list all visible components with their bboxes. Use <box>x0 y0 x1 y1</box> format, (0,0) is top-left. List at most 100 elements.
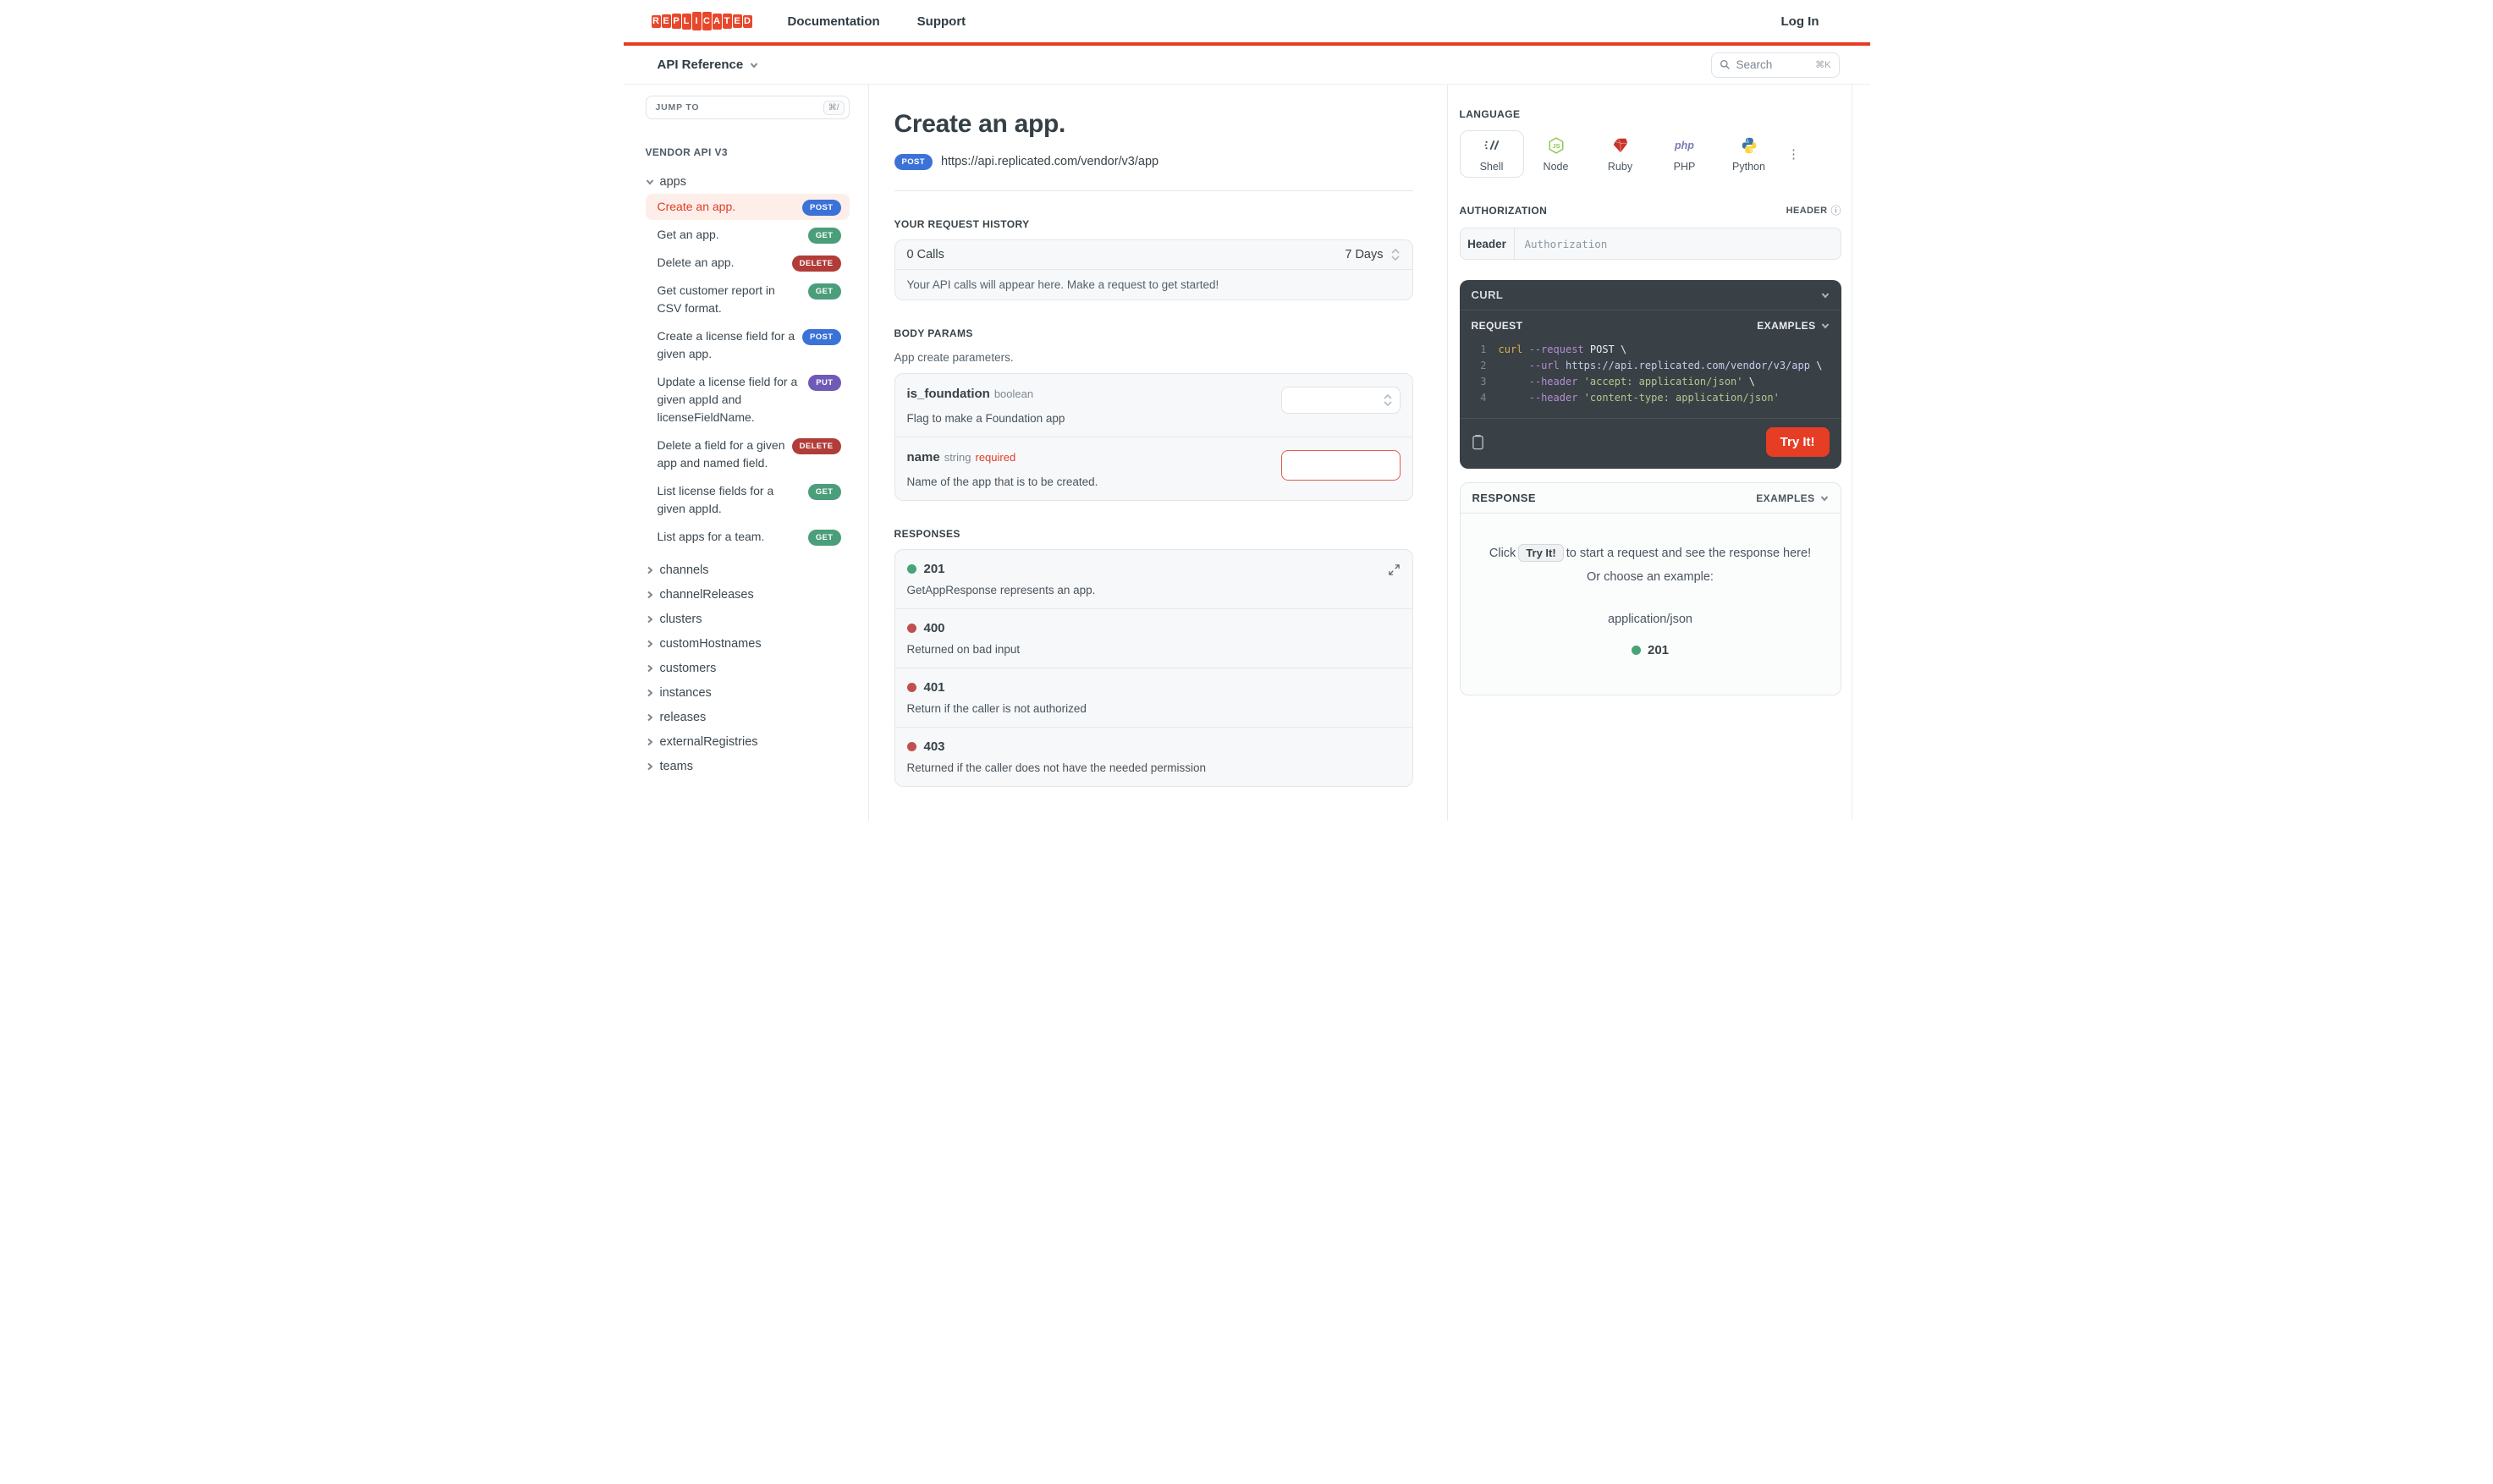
nav-link-documentation[interactable]: Documentation <box>788 14 880 29</box>
request-history-card: 0 Calls 7 Days Your API calls will appea… <box>894 239 1413 300</box>
param-type: string <box>944 451 971 464</box>
more-languages-menu[interactable]: ⋮ <box>1781 130 1807 178</box>
sidebar-item[interactable]: Create an app. POST <box>645 194 850 220</box>
sidebar-group-label: channelReleases <box>659 588 754 602</box>
sidebar-group-instances[interactable]: instances <box>646 681 850 705</box>
sidebar-item[interactable]: Get customer report in CSV format. GET <box>646 278 850 322</box>
sidebar-group-label: channels <box>659 563 709 577</box>
copy-clipboard-icon[interactable] <box>1472 434 1484 450</box>
language-tab-node[interactable]: JS Node <box>1524 130 1588 178</box>
sidebar-item[interactable]: Create a license field for a given app. P… <box>646 323 850 367</box>
response-row-400[interactable]: 400 Returned on bad input <box>894 608 1412 668</box>
logo-letter: R <box>651 14 661 28</box>
search-icon <box>1720 59 1730 69</box>
search-input[interactable]: Search ⌘K <box>1710 52 1840 78</box>
responses-heading: RESPONSES <box>894 528 960 540</box>
response-code-line: 403 <box>906 739 1401 754</box>
language-tab-php[interactable]: php PHP <box>1653 130 1717 178</box>
responses-card: 201 GetAppResponse represents an app. 400 R… <box>894 549 1413 787</box>
param-required-flag: required <box>975 451 1016 464</box>
response-row-403[interactable]: 403 Returned if the caller does not have … <box>894 727 1412 786</box>
jump-to-input[interactable]: JUMP TO ⌘/ <box>645 96 850 119</box>
sidebar-group-customHostnames[interactable]: customHostnames <box>646 632 850 656</box>
language-tab-ruby[interactable]: Ruby <box>1588 130 1653 178</box>
sidebar-group-channelReleases[interactable]: channelReleases <box>646 583 850 607</box>
request-history-range-select[interactable]: 7 Days <box>1345 248 1400 261</box>
code-token-cmd: curl <box>1498 344 1529 355</box>
response-example-201[interactable]: 201 <box>1481 643 1820 657</box>
code-tokens: --header 'accept: application/json' \ <box>1499 374 1755 390</box>
chevron-right-icon <box>647 738 653 746</box>
code-line: 4 --header 'content-type: application/js… <box>1472 390 1830 406</box>
chevron-right-icon <box>647 566 653 574</box>
sidebar-item-label: List apps for a team. <box>657 530 765 543</box>
code-token-flag: --header <box>1528 376 1578 387</box>
code-token-str: 'content-type: application/json' <box>1577 392 1780 404</box>
response-row-401[interactable]: 401 Return if the caller is not authorize… <box>894 668 1412 727</box>
param-info: name string required Name of the app that i… <box>907 450 1264 488</box>
sidebar-group-teams[interactable]: teams <box>646 755 850 778</box>
status-dot-error <box>906 742 916 751</box>
sidebar-group-label: customers <box>659 662 717 675</box>
status-dot-error <box>906 624 916 633</box>
sidebar-group-label: teams <box>659 760 694 773</box>
shell-icon-wrap <box>1483 136 1501 155</box>
log-in-link[interactable]: Log In <box>1781 14 1819 29</box>
sidebar-item-label: Update a license field for a given appId… <box>657 375 798 424</box>
curl-panel: CURL REQUEST EXAMPLES 1 curl --request PO… <box>1459 280 1841 469</box>
logo-letter: T <box>722 14 732 29</box>
authorization-field-label: Header <box>1461 228 1515 259</box>
param-name: is_foundation <box>906 387 990 401</box>
code-token-flag: --request <box>1528 344 1584 355</box>
code-token-flag: --header <box>1528 392 1578 404</box>
request-examples-dropdown[interactable]: EXAMPLES <box>1757 320 1829 332</box>
sidebar-item[interactable]: Update a license field for a given appId… <box>646 369 850 431</box>
replicated-logo[interactable]: REPLICATED <box>651 12 752 30</box>
authorization-input[interactable]: Authorization <box>1515 228 1841 259</box>
svg-text:JS: JS <box>1552 141 1560 149</box>
logo-letter: E <box>661 14 671 28</box>
sidebar-group-channels[interactable]: channels <box>646 558 850 582</box>
sidebar-item[interactable]: Delete an app. DELETE <box>646 250 850 276</box>
curl-panel-header[interactable]: CURL <box>1459 280 1841 311</box>
sidebar-item[interactable]: List apps for a team. GET <box>646 524 850 550</box>
nav-link-support[interactable]: Support <box>917 14 966 29</box>
chevron-down-icon <box>1821 292 1829 299</box>
language-tab-python[interactable]: Python <box>1717 130 1781 178</box>
language-tab-shell[interactable]: Shell <box>1459 130 1524 178</box>
response-panel-title: RESPONSE <box>1472 492 1536 504</box>
response-examples-dropdown[interactable]: EXAMPLES <box>1756 492 1828 504</box>
logo-letter: A <box>712 13 722 30</box>
info-icon[interactable]: ⓘ <box>1830 203 1841 217</box>
sidebar-group-customers[interactable]: customers <box>646 657 850 680</box>
response-code: 201 <box>923 562 945 576</box>
is_foundation-select[interactable] <box>1280 387 1401 414</box>
ruby-icon <box>1613 138 1627 152</box>
sidebar-item[interactable]: List license fields for a given appId. GE… <box>646 478 850 522</box>
language-selector: Shell JS Node Ruby php PHP Python ⋮ <box>1459 130 1841 178</box>
sidebar-group-releases[interactable]: releases <box>646 706 850 729</box>
sidebar-item[interactable]: Delete a field for a given app and named… <box>646 432 850 476</box>
expand-icon[interactable] <box>1388 563 1401 576</box>
sidebar-group-externalRegistries[interactable]: externalRegistries <box>646 730 850 754</box>
response-row-201[interactable]: 201 GetAppResponse represents an app. <box>895 550 1412 608</box>
sidebar-item[interactable]: Get an app. GET <box>646 222 850 248</box>
shell-icon <box>1484 140 1499 150</box>
api-reference-dropdown[interactable]: API Reference <box>658 58 759 72</box>
param-row-name: name string required Name of the app that i… <box>894 437 1412 500</box>
try-it-button[interactable]: Try It! <box>1765 427 1830 457</box>
sidebar-group-apps-toggle[interactable]: apps <box>646 172 850 192</box>
param-description: Flag to make a Foundation app <box>906 412 1065 425</box>
method-badge-get: GET <box>807 283 841 300</box>
top-nav: Documentation Support <box>788 14 966 29</box>
authorization-type-label: HEADER <box>1786 205 1828 216</box>
name-input[interactable] <box>1280 450 1401 481</box>
curl-code-block[interactable]: 1 curl --request POST \ 2 --url https://ap… <box>1460 335 1841 418</box>
method-badge-get: GET <box>807 530 841 546</box>
request-history-heading: YOUR REQUEST HISTORY <box>894 218 1030 230</box>
code-token-plain: \ <box>1742 376 1755 387</box>
sidebar-group-clusters[interactable]: clusters <box>646 607 850 631</box>
curl-panel-title: CURL <box>1471 289 1504 301</box>
try-it-keycap[interactable]: Try It! <box>1518 544 1564 562</box>
page-title: Create an app. <box>894 110 1066 138</box>
